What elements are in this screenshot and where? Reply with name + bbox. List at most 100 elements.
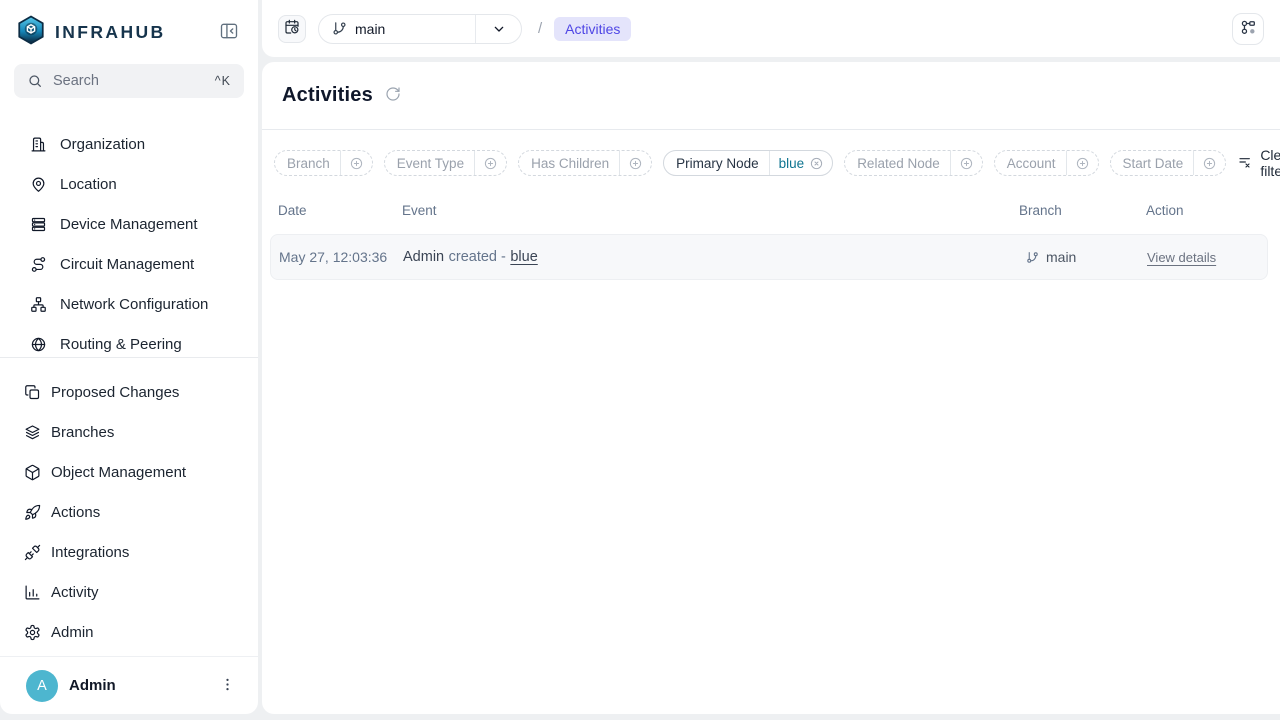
event-verb: created - — [449, 249, 506, 265]
sidebar-item-label: Admin — [51, 624, 94, 641]
sidebar-collapse-button[interactable] — [216, 19, 242, 45]
activities-table: Date Event Branch Action May 27, 12:03:3… — [262, 189, 1280, 280]
sidebar-primary-nav: Organization Location Device Management — [0, 124, 258, 352]
search-input[interactable]: Search ^K — [14, 64, 244, 98]
sidebar-secondary-nav: Proposed Changes Branches Object Managem… — [0, 358, 258, 652]
filter-chip-related-node[interactable]: Related Node — [844, 150, 983, 176]
sidebar-item-device-management[interactable]: Device Management — [0, 204, 258, 244]
sidebar-item-label: Actions — [51, 504, 100, 521]
plug-icon — [24, 544, 41, 561]
route-icon — [30, 256, 47, 273]
content-panel: Activities Branch — [262, 62, 1280, 714]
refresh-icon — [385, 86, 401, 105]
chevron-down-icon[interactable] — [476, 21, 521, 37]
sidebar-item-location[interactable]: Location — [0, 164, 258, 204]
globe-icon — [30, 336, 47, 353]
filter-chip-label: Event Type — [385, 156, 474, 171]
sidebar-item-label: Routing & Peering — [60, 336, 182, 353]
clear-filters-label: Clear filters — [1260, 147, 1280, 179]
plus-circle-icon[interactable] — [341, 156, 372, 171]
branch-selector[interactable]: main — [318, 14, 522, 44]
map-pin-icon — [30, 176, 47, 193]
sidebar-item-object-management[interactable]: Object Management — [0, 452, 258, 492]
main-column: main / Activities Activi — [262, 0, 1280, 714]
filter-chip-label: Has Children — [519, 156, 619, 171]
plus-circle-icon[interactable] — [620, 156, 651, 171]
sidebar: INFRAHUB Search ^K — [0, 0, 258, 714]
row-branch-name: main — [1046, 249, 1076, 265]
filter-chip-account[interactable]: Account — [994, 150, 1099, 176]
sidebar-item-integrations[interactable]: Integrations — [0, 532, 258, 572]
workflow-graph-button[interactable] — [1232, 13, 1264, 45]
sidebar-item-label: Branches — [51, 424, 114, 441]
workflow-graph-icon — [1240, 19, 1257, 39]
topbar: main / Activities — [262, 0, 1280, 57]
sidebar-item-proposed-changes[interactable]: Proposed Changes — [0, 372, 258, 412]
row-branch: main — [1020, 249, 1147, 265]
view-details-link[interactable]: View details — [1147, 250, 1216, 265]
page-title: Activities — [282, 84, 373, 107]
sidebar-item-label: Location — [60, 176, 117, 193]
bar-chart-icon — [24, 584, 41, 601]
row-action: View details — [1147, 250, 1267, 265]
page-header: Activities — [262, 62, 1280, 130]
column-header-action: Action — [1146, 203, 1268, 218]
column-header-date: Date — [278, 203, 402, 218]
filter-x-icon — [1237, 154, 1253, 173]
sidebar-item-actions[interactable]: Actions — [0, 492, 258, 532]
filter-chip-has-children[interactable]: Has Children — [518, 150, 652, 176]
sidebar-item-label: Organization — [60, 136, 145, 153]
event-target-link[interactable]: blue — [510, 249, 537, 265]
sidebar-item-label: Integrations — [51, 544, 129, 561]
sidebar-item-label: Network Configuration — [60, 296, 208, 313]
server-icon — [30, 216, 47, 233]
filter-chip-label: Account — [995, 156, 1066, 171]
calendar-clock-icon — [284, 19, 300, 38]
app-shell: INFRAHUB Search ^K — [0, 0, 1280, 714]
search-icon — [27, 73, 43, 89]
user-menu-button[interactable] — [219, 676, 236, 696]
git-branch-icon — [332, 21, 347, 36]
brand-logo: INFRAHUB — [16, 15, 166, 50]
event-actor: Admin — [403, 249, 444, 265]
filter-chip-branch[interactable]: Branch — [274, 150, 373, 176]
infrahub-hexagon-logo-icon — [16, 15, 46, 50]
clear-filters-button[interactable]: Clear filters — [1237, 147, 1280, 179]
filter-chip-value: blue — [770, 156, 808, 171]
sidebar-item-branches[interactable]: Branches — [0, 412, 258, 452]
sidebar-item-activity[interactable]: Activity — [0, 572, 258, 612]
filter-chip-event-type[interactable]: Event Type — [384, 150, 507, 176]
x-circle-icon[interactable] — [807, 156, 832, 171]
sidebar-item-label: Activity — [51, 584, 99, 601]
panel-left-close-icon — [219, 21, 239, 44]
sidebar-header: INFRAHUB — [0, 0, 258, 64]
user-section: A Admin — [0, 656, 258, 714]
breadcrumb-current[interactable]: Activities — [554, 17, 631, 41]
plus-circle-icon[interactable] — [951, 156, 982, 171]
plus-circle-icon[interactable] — [1194, 156, 1225, 171]
sidebar-item-circuit-management[interactable]: Circuit Management — [0, 244, 258, 284]
kebab-menu-icon — [219, 676, 236, 696]
sidebar-item-label: Device Management — [60, 216, 198, 233]
cube-icon — [24, 464, 41, 481]
building-icon — [30, 136, 47, 153]
sidebar-item-admin[interactable]: Admin — [0, 612, 258, 652]
filter-bar: Branch Event Type Has Children — [262, 130, 1280, 189]
layers-icon — [24, 424, 41, 441]
sidebar-item-network-configuration[interactable]: Network Configuration — [0, 284, 258, 324]
diff-icon — [24, 384, 41, 401]
filter-chip-start-date[interactable]: Start Date — [1110, 150, 1227, 176]
sidebar-item-routing-peering[interactable]: Routing & Peering — [0, 324, 258, 352]
refresh-button[interactable] — [385, 86, 401, 105]
time-travel-button[interactable] — [278, 15, 306, 43]
table-row[interactable]: May 27, 12:03:36 Admin created - blue ma… — [270, 234, 1268, 280]
plus-circle-icon[interactable] — [1067, 156, 1098, 171]
sidebar-item-label: Object Management — [51, 464, 186, 481]
filter-chip-label: Branch — [275, 156, 340, 171]
sidebar-item-organization[interactable]: Organization — [0, 124, 258, 164]
plus-circle-icon[interactable] — [475, 156, 506, 171]
search-shortcut: ^K — [215, 74, 231, 88]
filter-chip-primary-node[interactable]: Primary Node blue — [663, 150, 833, 176]
breadcrumb-separator: / — [538, 20, 542, 37]
git-branch-icon — [1026, 251, 1039, 264]
